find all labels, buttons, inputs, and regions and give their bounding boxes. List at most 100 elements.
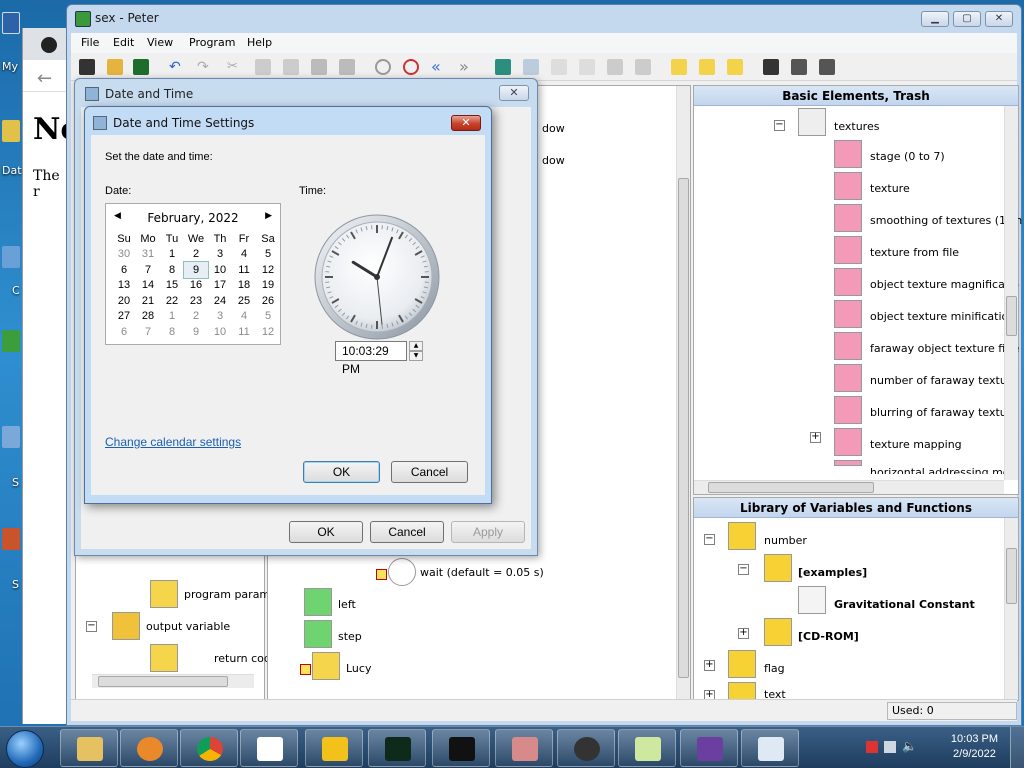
select-all-icon[interactable] xyxy=(339,59,355,75)
middle-vscroll[interactable] xyxy=(676,86,690,700)
texture-item-icon[interactable] xyxy=(834,172,862,200)
calendar-day[interactable]: 7 xyxy=(136,262,160,278)
texture-item-icon[interactable] xyxy=(834,428,862,456)
calendar-day[interactable]: 2 xyxy=(184,309,208,325)
calendar-next-arrow-icon[interactable]: ▶ xyxy=(265,211,272,221)
expand-toggle[interactable]: + xyxy=(810,432,821,443)
calendar-day[interactable]: 21 xyxy=(136,293,160,309)
calendar-day[interactable]: 25 xyxy=(232,293,256,309)
desktop-icon-3[interactable] xyxy=(2,246,20,268)
calendar-day[interactable]: 13 xyxy=(112,278,136,294)
basic-tree-item[interactable]: texture from file xyxy=(870,246,959,259)
tray-network-icon[interactable] xyxy=(884,741,896,753)
basic-tree-group[interactable]: textures xyxy=(834,120,879,133)
output-variable-icon[interactable] xyxy=(112,612,140,640)
library-tree-item[interactable]: number xyxy=(764,534,807,547)
basic-hscroll-thumb[interactable] xyxy=(708,482,874,493)
calendar-day[interactable]: 3 xyxy=(208,309,232,325)
calendar-day[interactable]: 12 xyxy=(256,324,280,340)
open-icon[interactable] xyxy=(107,59,123,75)
calendar-day[interactable]: 19 xyxy=(256,278,280,294)
collapse-toggle[interactable]: − xyxy=(86,621,97,632)
calendar-day[interactable]: 4 xyxy=(232,247,256,263)
calendar-day[interactable]: 5 xyxy=(256,247,280,263)
taskbar-app-notes[interactable] xyxy=(618,729,676,767)
calendar-day[interactable]: 10 xyxy=(208,324,232,340)
taskbar-chrome[interactable] xyxy=(180,729,238,767)
calendar-day[interactable]: 27 xyxy=(112,309,136,325)
left-tree-item[interactable]: program parame xyxy=(184,588,277,601)
paste-icon[interactable] xyxy=(283,59,299,75)
calendar-day[interactable]: 14 xyxy=(136,278,160,294)
find-prev-icon[interactable] xyxy=(819,59,835,75)
calendar-day-selected[interactable]: 9 xyxy=(183,261,209,279)
step-action-icon[interactable] xyxy=(304,620,332,648)
library-tree-item[interactable]: [examples] xyxy=(798,566,867,579)
library-vscroll[interactable] xyxy=(1004,518,1018,700)
redo-icon[interactable]: ↷ xyxy=(197,59,213,75)
calendar-day[interactable]: 3 xyxy=(208,247,232,263)
middle-tree-item[interactable]: wait (default = 0.05 s) xyxy=(420,566,544,579)
text-tool-icon[interactable] xyxy=(551,59,567,75)
show-desktop-button[interactable] xyxy=(1010,727,1024,768)
texture-item-icon[interactable] xyxy=(834,236,862,264)
basic-tree-item[interactable]: texture xyxy=(870,182,910,195)
collapse-toggle[interactable]: − xyxy=(704,534,715,545)
time-input[interactable]: 10:03:29 PM xyxy=(335,341,407,376)
calendar-day[interactable]: 1 xyxy=(160,247,184,263)
calendar-day[interactable]: 31 xyxy=(136,247,160,263)
back-icon[interactable]: « xyxy=(431,59,447,75)
calendar-day[interactable]: 9 xyxy=(184,324,208,340)
middle-tree-item[interactable]: left xyxy=(338,598,356,611)
forward-icon[interactable]: » xyxy=(459,59,475,75)
flag-icon[interactable] xyxy=(728,650,756,678)
program-param-icon[interactable] xyxy=(150,580,178,608)
calendar-day[interactable]: 8 xyxy=(160,324,184,340)
edit-icon[interactable] xyxy=(607,59,623,75)
calendar-day[interactable]: 12 xyxy=(256,262,280,278)
left-tree-item[interactable]: output variable xyxy=(146,620,230,633)
yellow-icon-3[interactable] xyxy=(727,59,743,75)
taskbar-cmd[interactable] xyxy=(432,729,490,767)
calendar-day[interactable]: 7 xyxy=(136,324,160,340)
settings-ok-button[interactable]: OK xyxy=(303,461,380,483)
date-time-apply-button[interactable]: Apply xyxy=(451,521,525,543)
menu-view[interactable]: View xyxy=(147,36,173,49)
menu-program[interactable]: Program xyxy=(189,36,235,49)
basic-vscroll-thumb[interactable] xyxy=(1006,296,1017,336)
change-calendar-settings-link[interactable]: Change calendar settings xyxy=(105,435,241,449)
maximize-button[interactable]: ▢ xyxy=(953,11,981,27)
text-icon[interactable] xyxy=(728,682,756,700)
calendar-day[interactable]: 4 xyxy=(232,309,256,325)
taskbar-app-cross[interactable] xyxy=(495,729,553,767)
yellow-icon-1[interactable] xyxy=(671,59,687,75)
basic-tree-item[interactable]: object texture minification xyxy=(870,310,1015,323)
menu-help[interactable]: Help xyxy=(247,36,272,49)
lock-icon[interactable] xyxy=(495,59,511,75)
calendar-day[interactable]: 1 xyxy=(160,309,184,325)
basic-tree-item[interactable]: stage (0 to 7) xyxy=(870,150,945,163)
left-hscroll[interactable] xyxy=(92,674,254,688)
calendar-day[interactable]: 15 xyxy=(160,278,184,294)
desktop-icon-6[interactable] xyxy=(2,528,20,550)
calendar-day[interactable]: 6 xyxy=(112,324,136,340)
taskbar-media-player[interactable] xyxy=(120,729,178,767)
basic-tree-item[interactable]: object texture magnificatio xyxy=(870,278,1019,291)
examples-icon[interactable] xyxy=(764,554,792,582)
main-titlebar[interactable]: sex - Peter ▁ ▢ ✕ xyxy=(67,5,1021,33)
texture-item-icon[interactable] xyxy=(834,140,862,168)
menu-file[interactable]: File xyxy=(81,36,99,49)
texture-item-icon[interactable] xyxy=(834,268,862,296)
back-arrow-icon[interactable]: ← xyxy=(37,68,52,89)
calendar-day[interactable]: 8 xyxy=(160,262,184,278)
middle-tree-item[interactable]: Lucy xyxy=(346,662,371,675)
yellow-icon-2[interactable] xyxy=(699,59,715,75)
grid-icon[interactable] xyxy=(523,59,539,75)
calendar-day[interactable]: 11 xyxy=(232,324,256,340)
calendar-day[interactable]: 23 xyxy=(184,293,208,309)
library-vscroll-thumb[interactable] xyxy=(1006,548,1017,604)
constant-icon[interactable] xyxy=(798,586,826,614)
collapse-toggle[interactable] xyxy=(376,569,387,580)
basic-tree-item[interactable]: horizontal addressing mod xyxy=(870,466,1017,474)
basic-tree-item[interactable]: blurring of faraway texture xyxy=(870,406,1018,419)
